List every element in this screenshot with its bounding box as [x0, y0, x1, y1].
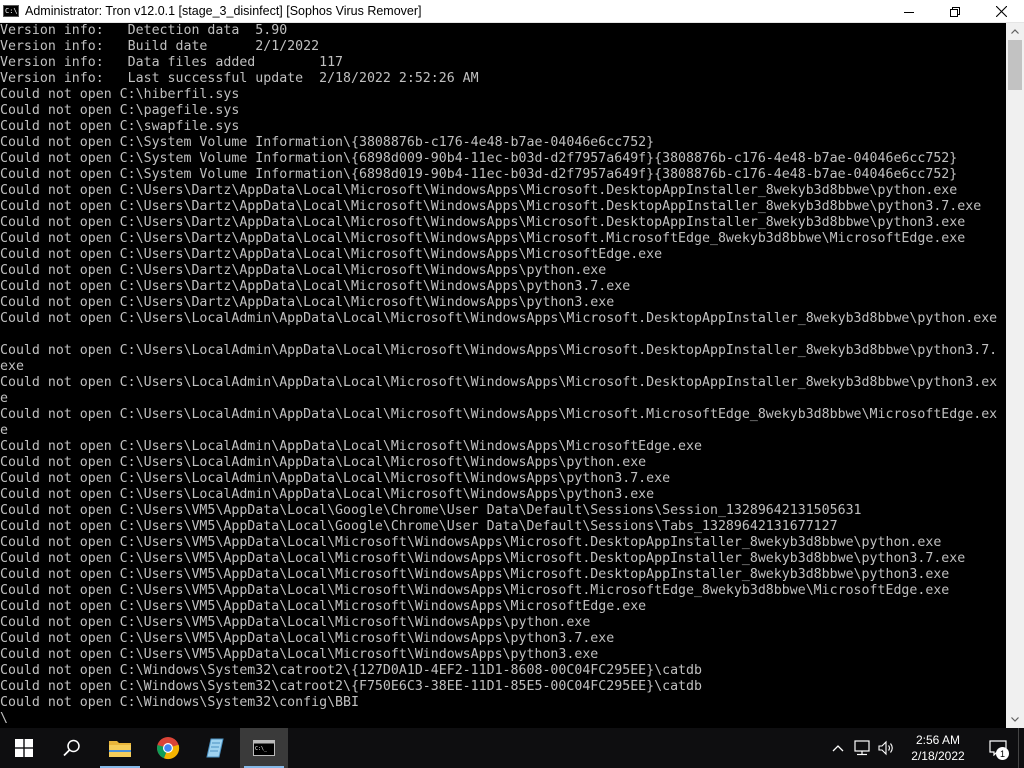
- cmd-icon: C:\_: [253, 740, 275, 756]
- notepad-button[interactable]: [192, 728, 240, 768]
- console-line: Could not open C:\Users\VM5\AppData\Loca…: [0, 615, 591, 630]
- windows-logo-icon: [15, 739, 33, 757]
- scroll-up-arrow-icon: [1011, 29, 1019, 34]
- system-tray: 2:56 AM 2/18/2022 1: [826, 728, 1024, 768]
- minimize-icon: [904, 11, 914, 13]
- console-output[interactable]: Version info: Detection data 5.90 Version…: [0, 23, 1006, 728]
- console-line: exe: [0, 359, 24, 374]
- console-line: Could not open C:\Users\VM5\AppData\Loca…: [0, 583, 950, 598]
- console-line: Could not open C:\Users\Dartz\AppData\Lo…: [0, 279, 631, 294]
- console-line: Could not open C:\Users\LocalAdmin\AppDa…: [0, 471, 671, 486]
- scroll-down-arrow-icon: [1011, 717, 1019, 722]
- console-line: Could not open C:\Users\VM5\AppData\Loca…: [0, 551, 966, 566]
- console-line: Could not open C:\Users\Dartz\AppData\Lo…: [0, 263, 607, 278]
- console-line: Could not open C:\Users\VM5\AppData\Loca…: [0, 519, 838, 534]
- notification-count-badge: 1: [996, 747, 1009, 760]
- console-line: Could not open C:\Users\VM5\AppData\Loca…: [0, 567, 950, 582]
- taskbar: C:\_ 2:56 AM 2/18/2022 1: [0, 728, 1024, 768]
- show-hidden-icons-button[interactable]: [826, 728, 850, 768]
- console-line: Could not open C:\Users\Dartz\AppData\Lo…: [0, 247, 663, 262]
- clock-date: 2/18/2022: [911, 749, 965, 763]
- console-line: Version info: Last successful update 2/1…: [0, 71, 479, 86]
- search-button[interactable]: [48, 728, 96, 768]
- taskbar-clock[interactable]: 2:56 AM 2/18/2022: [898, 728, 978, 768]
- restore-icon: [950, 6, 960, 17]
- console-line: Could not open C:\hiberfil.sys: [0, 87, 240, 102]
- vertical-scrollbar[interactable]: [1006, 23, 1024, 728]
- scroll-up-button[interactable]: [1006, 23, 1024, 40]
- window-title: Administrator: Tron v12.0.1 [stage_3_dis…: [25, 4, 422, 18]
- console-line: Could not open C:\Users\LocalAdmin\AppDa…: [0, 375, 998, 390]
- cmd-icon-label: C:\: [5, 6, 18, 15]
- console-line: Could not open C:\swapfile.sys: [0, 119, 240, 134]
- console-line: Could not open C:\System Volume Informat…: [0, 167, 958, 182]
- console-line: Could not open C:\Users\Dartz\AppData\Lo…: [0, 231, 966, 246]
- console-line: Could not open C:\Windows\System32\catro…: [0, 679, 702, 694]
- console-line: Could not open C:\pagefile.sys: [0, 103, 240, 118]
- console-line: Could not open C:\Users\LocalAdmin\AppDa…: [0, 455, 647, 470]
- console-line: Could not open C:\Users\VM5\AppData\Loca…: [0, 503, 862, 518]
- chevron-up-icon: [832, 745, 844, 752]
- scroll-down-button[interactable]: [1006, 711, 1024, 728]
- action-center-button[interactable]: 1: [978, 728, 1018, 768]
- window-controls: [886, 0, 1024, 23]
- cmd-button[interactable]: C:\_: [240, 728, 288, 768]
- console-line: Could not open C:\Users\LocalAdmin\AppDa…: [0, 343, 998, 358]
- console-line: Could not open C:\Users\VM5\AppData\Loca…: [0, 599, 647, 614]
- console-line: Could not open C:\Users\Dartz\AppData\Lo…: [0, 199, 982, 214]
- volume-icon: [878, 740, 893, 756]
- console-line: Could not open C:\Users\LocalAdmin\AppDa…: [0, 311, 998, 326]
- console-line: Could not open C:\Users\Dartz\AppData\Lo…: [0, 295, 615, 310]
- console-line: Could not open C:\System Volume Informat…: [0, 135, 655, 150]
- network-icon: [854, 740, 870, 756]
- window-title-bar[interactable]: C:\ Administrator: Tron v12.0.1 [stage_3…: [0, 0, 1024, 23]
- chrome-icon: [157, 737, 180, 760]
- console-text: Version info: Detection data 5.90 Version…: [0, 23, 1006, 727]
- console-line: \: [0, 711, 8, 726]
- network-button[interactable]: [850, 728, 874, 768]
- search-icon: [63, 739, 80, 757]
- scrollbar-thumb[interactable]: [1008, 40, 1022, 90]
- cmd-window-icon[interactable]: C:\: [3, 5, 19, 17]
- console-line: Could not open C:\Users\VM5\AppData\Loca…: [0, 631, 615, 646]
- console-line: Could not open C:\Users\LocalAdmin\AppDa…: [0, 407, 998, 422]
- chrome-button[interactable]: [144, 728, 192, 768]
- console-line: Version info: Data files added 117: [0, 55, 344, 70]
- file-explorer-button[interactable]: [96, 728, 144, 768]
- folder-icon: [109, 741, 131, 757]
- console-line: Could not open C:\Windows\System32\catro…: [0, 663, 702, 678]
- maximize-button[interactable]: [932, 0, 978, 23]
- close-button[interactable]: [978, 0, 1024, 23]
- clock-time: 2:56 AM: [915, 733, 961, 747]
- console-line: e: [0, 391, 8, 406]
- console-line: Could not open C:\Users\LocalAdmin\AppDa…: [0, 439, 702, 454]
- close-icon: [995, 6, 1007, 17]
- console-line: Could not open C:\Users\Dartz\AppData\Lo…: [0, 215, 966, 230]
- start-button[interactable]: [0, 728, 48, 768]
- volume-button[interactable]: [874, 728, 898, 768]
- console-line: Could not open C:\Users\VM5\AppData\Loca…: [0, 535, 942, 550]
- console-line: e: [0, 423, 8, 438]
- console-line: Could not open C:\Windows\System32\confi…: [0, 695, 359, 710]
- minimize-button[interactable]: [886, 0, 932, 23]
- console-line: Could not open C:\System Volume Informat…: [0, 151, 958, 166]
- console-line: Version info: Build date 2/1/2022: [0, 39, 320, 54]
- console-line: Could not open C:\Users\LocalAdmin\AppDa…: [0, 487, 655, 502]
- console-line: Could not open C:\Users\VM5\AppData\Loca…: [0, 647, 599, 662]
- console-line: Version info: Detection data 5.90: [0, 23, 288, 38]
- svg-text:C:\_: C:\_: [255, 746, 268, 752]
- notepad-icon: [206, 738, 224, 758]
- console-line: Could not open C:\Users\Dartz\AppData\Lo…: [0, 183, 958, 198]
- show-desktop-button[interactable]: [1018, 728, 1024, 768]
